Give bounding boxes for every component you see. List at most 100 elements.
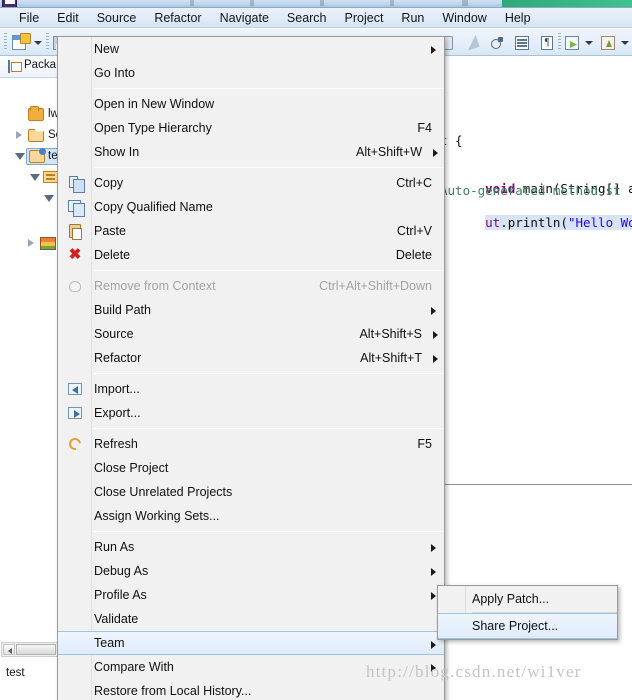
menu-item-validate[interactable]: Validate bbox=[58, 607, 444, 631]
perspective-dropdown-arrow-icon[interactable] bbox=[585, 41, 593, 45]
chevron-right-icon bbox=[433, 331, 438, 339]
menu-item-label: Go Into bbox=[94, 66, 135, 80]
tree-item-te[interactable]: te bbox=[0, 146, 60, 167]
perspective-button[interactable] bbox=[562, 33, 582, 53]
menu-item-label: Validate bbox=[94, 612, 139, 626]
menu-item-label: Close Project bbox=[94, 461, 169, 475]
project-tree: lw Se te bbox=[0, 78, 62, 254]
package-explorer-tab[interactable]: Packa bbox=[0, 56, 60, 78]
menu-item-close-unrelated-projects[interactable]: Close Unrelated Projects bbox=[58, 480, 444, 504]
menubar-item-source[interactable]: Source bbox=[88, 9, 146, 27]
submenu-item-share-project[interactable]: Share Project... bbox=[438, 613, 617, 639]
menu-item-import[interactable]: Import... bbox=[58, 377, 444, 401]
menu-bar: File Edit Source Refactor Navigate Searc… bbox=[0, 8, 632, 28]
chevron-down-icon[interactable] bbox=[30, 174, 40, 181]
menu-item-run-as[interactable]: Run As bbox=[58, 535, 444, 559]
menu-item-label: Show In bbox=[94, 145, 140, 159]
brush-button[interactable] bbox=[462, 33, 482, 53]
menu-item-restore-from-local-history[interactable]: Restore from Local History... bbox=[58, 679, 444, 700]
menu-item-shortcut: F5 bbox=[417, 437, 432, 451]
menu-item-profile-as[interactable]: Profile As bbox=[58, 583, 444, 607]
menu-item-shortcut: Delete bbox=[395, 248, 432, 262]
menubar-item-run[interactable]: Run bbox=[392, 9, 433, 27]
perspective-icon bbox=[565, 36, 579, 50]
menu-item-copy-qualified-name[interactable]: Copy Qualified Name bbox=[58, 195, 444, 219]
copy-icon bbox=[67, 175, 85, 193]
outline-icon bbox=[515, 36, 529, 50]
toolbar-grip-2[interactable] bbox=[46, 33, 49, 51]
brush-icon bbox=[463, 35, 480, 51]
menu-item-team[interactable]: Team bbox=[58, 631, 444, 655]
menubar-item-project[interactable]: Project bbox=[336, 9, 393, 27]
menu-item-label: Delete bbox=[94, 248, 131, 262]
pilcrow-icon: ¶ bbox=[541, 36, 553, 50]
menubar-item-edit[interactable]: Edit bbox=[48, 9, 88, 27]
chevron-down-icon[interactable] bbox=[44, 195, 54, 202]
menu-item-go-into[interactable]: Go Into bbox=[58, 61, 444, 85]
submenu-item-apply-patch[interactable]: Apply Patch... bbox=[438, 586, 617, 612]
menu-item-close-project[interactable]: Close Project bbox=[58, 456, 444, 480]
menubar-item-window[interactable]: Window bbox=[433, 9, 495, 27]
menu-item-source[interactable]: Source Alt+Shift+S bbox=[58, 322, 444, 346]
menubar-item-refactor[interactable]: Refactor bbox=[145, 9, 210, 27]
app-logo-icon bbox=[2, 0, 17, 7]
refresh-icon bbox=[66, 435, 84, 453]
remove-context-icon bbox=[67, 278, 83, 294]
menubar-item-search[interactable]: Search bbox=[278, 9, 336, 27]
menu-item-build-path[interactable]: Build Path bbox=[58, 298, 444, 322]
menu-item-show-in[interactable]: Show In Alt+Shift+W bbox=[58, 140, 444, 164]
menu-item-shortcut: F4 bbox=[417, 121, 432, 135]
scroll-left-button[interactable] bbox=[3, 644, 15, 655]
code-line-5-selected: ut.println("Hello World bbox=[485, 215, 632, 230]
tree-item-lw[interactable]: lw bbox=[0, 104, 60, 125]
menu-item-compare-with[interactable]: Compare With bbox=[58, 655, 444, 679]
menu-item-new[interactable]: New bbox=[58, 37, 444, 61]
submenu-item-label: Share Project... bbox=[472, 619, 559, 633]
outline-button[interactable] bbox=[512, 33, 532, 53]
menu-item-refresh[interactable]: Refresh F5 bbox=[58, 432, 444, 456]
menu-item-debug-as[interactable]: Debug As bbox=[58, 559, 444, 583]
menubar-item-navigate[interactable]: Navigate bbox=[211, 9, 278, 27]
menu-item-paste[interactable]: Paste Ctrl+V bbox=[58, 219, 444, 243]
upload-dropdown-arrow-icon[interactable] bbox=[621, 41, 629, 45]
menu-item-label: Open in New Window bbox=[94, 97, 215, 111]
menu-item-label: Import... bbox=[94, 382, 140, 396]
menu-item-open-in-new-window[interactable]: Open in New Window bbox=[58, 92, 444, 116]
new-button[interactable] bbox=[10, 33, 31, 53]
upload-icon bbox=[601, 36, 615, 50]
bottom-tab-test[interactable]: test bbox=[6, 667, 25, 679]
menu-item-label: Build Path bbox=[94, 303, 151, 317]
tree-item-se[interactable]: Se bbox=[0, 125, 62, 146]
bug-button[interactable] bbox=[487, 33, 507, 53]
menu-item-copy[interactable]: Copy Ctrl+C bbox=[58, 171, 444, 195]
explorer-horizontal-scrollbar[interactable] bbox=[1, 642, 58, 657]
menu-item-label: Assign Working Sets... bbox=[94, 509, 220, 523]
menu-item-open-type-hierarchy[interactable]: Open Type Hierarchy F4 bbox=[58, 116, 444, 140]
pilcrow-button[interactable]: ¶ bbox=[537, 33, 557, 53]
toolbar-grip[interactable] bbox=[4, 33, 7, 51]
tree-item-package-1[interactable] bbox=[0, 167, 60, 188]
folder-closed-icon bbox=[28, 106, 44, 121]
toolbar-grip-3[interactable] bbox=[558, 33, 561, 51]
upload-button[interactable] bbox=[598, 33, 618, 53]
new-dropdown-arrow-icon[interactable] bbox=[34, 41, 42, 45]
menu-item-delete[interactable]: ✖ Delete Delete bbox=[58, 243, 444, 267]
menu-item-refactor[interactable]: Refactor Alt+Shift+T bbox=[58, 346, 444, 370]
menu-item-label: Debug As bbox=[94, 564, 149, 578]
scrollbar-thumb[interactable] bbox=[16, 644, 56, 655]
chevron-right-icon[interactable] bbox=[28, 239, 34, 247]
chevron-right-icon[interactable] bbox=[16, 131, 22, 139]
menu-item-export[interactable]: Export... bbox=[58, 401, 444, 425]
menu-item-shortcut: Ctrl+C bbox=[396, 176, 432, 190]
tree-item-package-2[interactable] bbox=[0, 188, 60, 209]
menu-item-shortcut: Alt+Shift+S bbox=[359, 327, 422, 341]
menubar-item-help[interactable]: Help bbox=[496, 9, 540, 27]
package-explorer-panel: Packa lw Se te test bbox=[0, 56, 62, 681]
menu-item-shortcut: Alt+Shift+W bbox=[356, 145, 422, 159]
menu-item-assign-working-sets[interactable]: Assign Working Sets... bbox=[58, 504, 444, 528]
chevron-down-icon[interactable] bbox=[15, 153, 25, 160]
menubar-item-file[interactable]: File bbox=[10, 9, 48, 27]
menu-item-remove-from-context: Remove from Context Ctrl+Alt+Shift+Down bbox=[58, 274, 444, 298]
tree-item-library[interactable] bbox=[0, 233, 60, 254]
chevron-right-icon bbox=[431, 568, 436, 576]
